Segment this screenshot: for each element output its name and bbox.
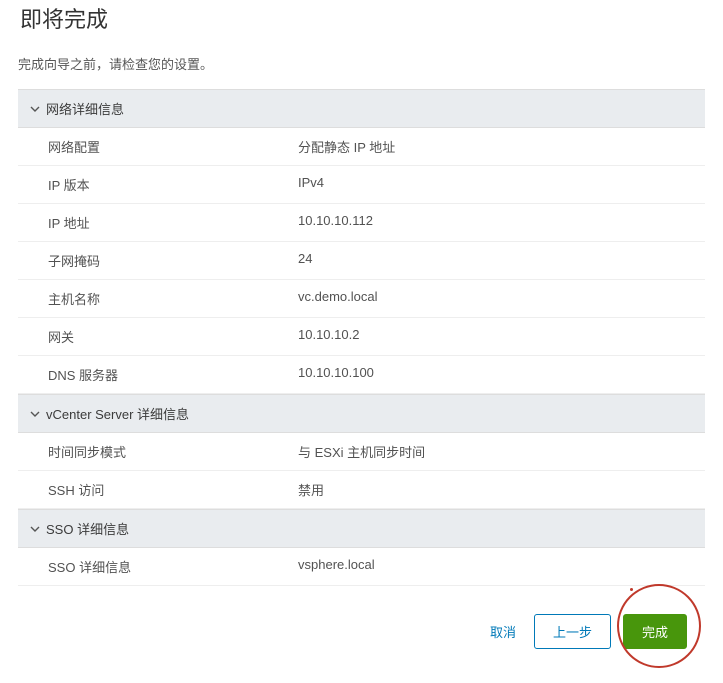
row-label: SSO 详细信息 <box>18 557 298 576</box>
annotation-dot <box>630 588 633 591</box>
section-header-label: 网络详细信息 <box>46 99 124 118</box>
row-gateway: 网关 10.10.10.2 <box>18 318 705 356</box>
section-network-header[interactable]: 网络详细信息 <box>18 89 705 128</box>
section-network-body: 网络配置 分配静态 IP 地址 IP 版本 IPv4 IP 地址 10.10.1… <box>18 128 705 394</box>
row-value: 24 <box>298 251 705 270</box>
finish-button[interactable]: 完成 <box>623 614 687 649</box>
row-label: 时间同步模式 <box>18 442 298 461</box>
row-label: 网关 <box>18 327 298 346</box>
back-button[interactable]: 上一步 <box>534 614 611 649</box>
row-value: 10.10.10.2 <box>298 327 705 346</box>
section-header-label: SSO 详细信息 <box>46 519 129 538</box>
row-value: vc.demo.local <box>298 289 705 308</box>
row-value: 与 ESXi 主机同步时间 <box>298 442 705 461</box>
chevron-down-icon <box>30 524 40 534</box>
row-ssh-access: SSH 访问 禁用 <box>18 471 705 509</box>
page-subtitle: 完成向导之前，请检查您的设置。 <box>18 54 705 73</box>
row-value: 10.10.10.112 <box>298 213 705 232</box>
row-subnet-mask: 子网掩码 24 <box>18 242 705 280</box>
row-ip-version: IP 版本 IPv4 <box>18 166 705 204</box>
row-value: 10.10.10.100 <box>298 365 705 384</box>
row-time-sync: 时间同步模式 与 ESXi 主机同步时间 <box>18 433 705 471</box>
section-sso-header[interactable]: SSO 详细信息 <box>18 509 705 548</box>
row-label: SSH 访问 <box>18 480 298 499</box>
row-label: IP 地址 <box>18 213 298 232</box>
cancel-link[interactable]: 取消 <box>490 622 516 641</box>
row-label: 主机名称 <box>18 289 298 308</box>
row-ip-address: IP 地址 10.10.10.112 <box>18 204 705 242</box>
page-title: 即将完成 <box>20 2 705 34</box>
row-label: DNS 服务器 <box>18 365 298 384</box>
row-network-config: 网络配置 分配静态 IP 地址 <box>18 128 705 166</box>
section-vcenter-header[interactable]: vCenter Server 详细信息 <box>18 394 705 433</box>
wizard-footer: 取消 上一步 完成 <box>18 586 705 665</box>
row-label: 网络配置 <box>18 137 298 156</box>
row-value: 禁用 <box>298 480 705 499</box>
row-value: IPv4 <box>298 175 705 194</box>
section-sso-body: SSO 详细信息 vsphere.local <box>18 548 705 586</box>
chevron-down-icon <box>30 104 40 114</box>
row-value: vsphere.local <box>298 557 705 576</box>
section-header-label: vCenter Server 详细信息 <box>46 404 189 423</box>
row-label: 子网掩码 <box>18 251 298 270</box>
row-dns: DNS 服务器 10.10.10.100 <box>18 356 705 394</box>
chevron-down-icon <box>30 409 40 419</box>
row-value: 分配静态 IP 地址 <box>298 137 705 156</box>
row-label: IP 版本 <box>18 175 298 194</box>
row-hostname: 主机名称 vc.demo.local <box>18 280 705 318</box>
row-sso-domain: SSO 详细信息 vsphere.local <box>18 548 705 586</box>
section-vcenter-body: 时间同步模式 与 ESXi 主机同步时间 SSH 访问 禁用 <box>18 433 705 509</box>
